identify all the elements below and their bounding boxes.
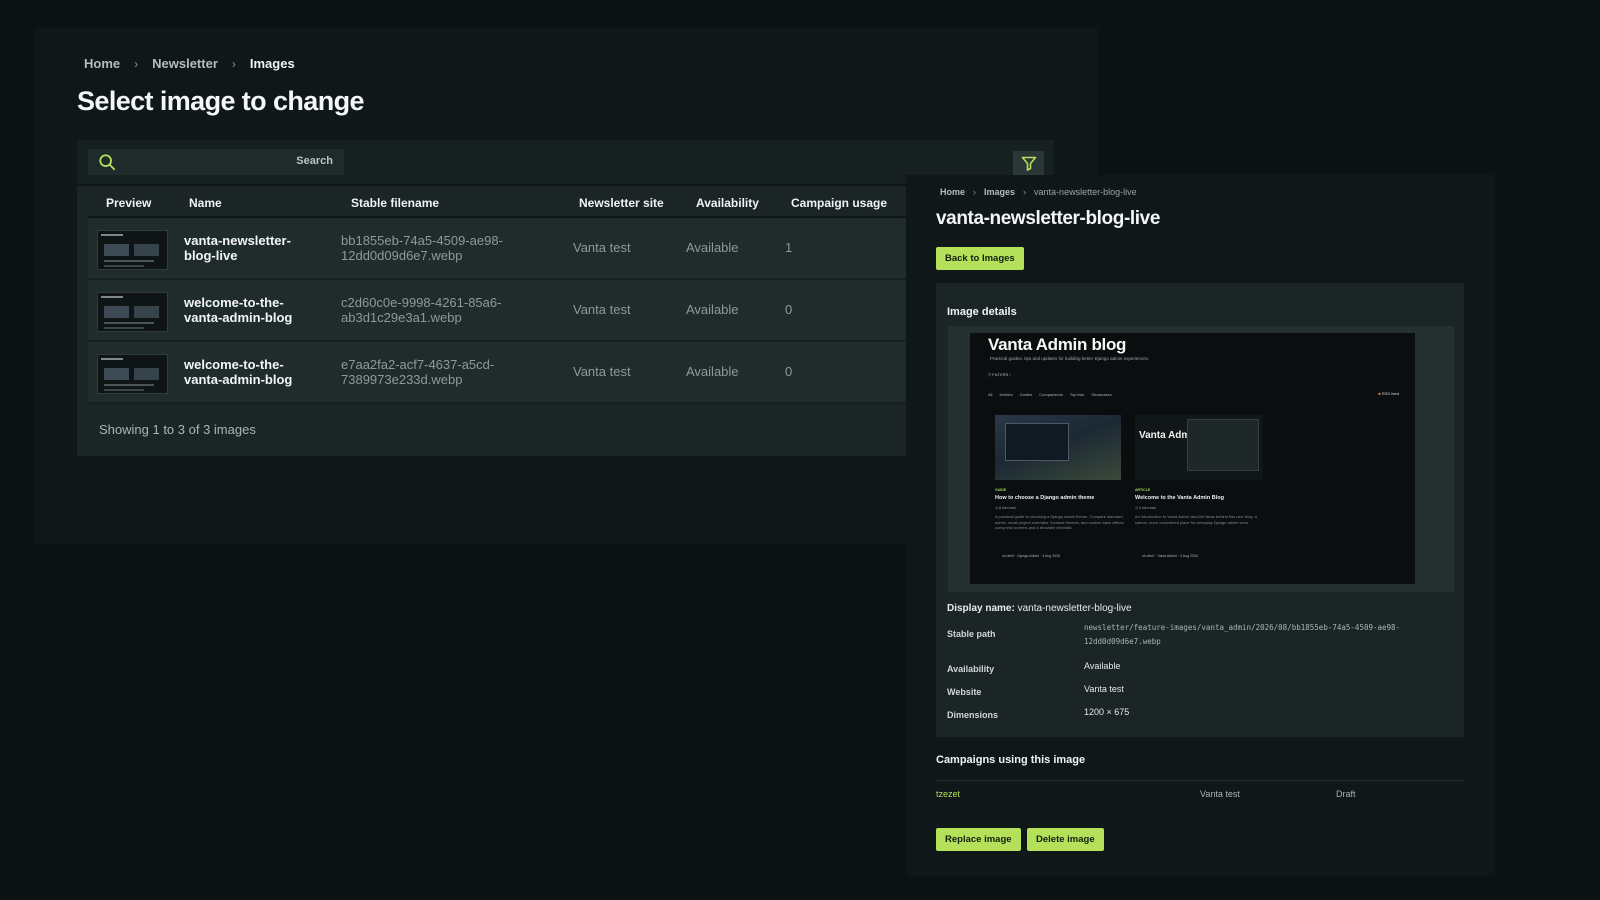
row-name-link[interactable]: vanta-newsletter-blog-live [184, 233, 314, 263]
preview-nav: All Articles Guides Comparisons Top lists Sho… [988, 392, 1112, 397]
stable-path-label: Stable path [947, 629, 996, 639]
column-preview: Preview [106, 196, 152, 210]
preview-subtitle: Practical guides, tips and updates for b… [990, 356, 1150, 361]
campaign-status: Draft [1336, 789, 1356, 799]
dimensions-label: Dimensions [947, 710, 999, 720]
search-input[interactable]: Search [88, 149, 344, 175]
preview-tag: GUIDE [995, 488, 1007, 492]
divider [936, 780, 1464, 781]
column-availability[interactable]: Availability [696, 196, 759, 210]
breadcrumb-images: Images [249, 56, 295, 71]
preview-card-image [995, 415, 1121, 480]
breadcrumb: Home › Newsletter › Images [84, 56, 295, 71]
preview-footer: oli-dev0 · Django Admin · 4 Aug 2026 [1002, 554, 1060, 558]
result-count: Showing 1 to 3 of 3 images [99, 422, 256, 437]
availability-value: Available [1084, 661, 1121, 671]
website-value: Vanta test [1084, 684, 1124, 694]
row-site: Vanta test [573, 302, 631, 317]
row-filename: c2d60c0e-9998-4261-85a6-ab3d1c29e3a1.web… [341, 295, 502, 325]
dimensions-value: 1200 × 675 [1084, 707, 1130, 717]
row-filename: e7aa2fa2-acf7-4637-a5cd-7389973e233d.web… [341, 357, 495, 387]
preview-filters: ▽ FILTERS › [988, 372, 1011, 377]
availability-label: Availability [947, 664, 995, 674]
chevron-right-icon: › [134, 56, 139, 71]
preview-footer: oli-dev0 · Vanta Admin · 4 Aug 2026 [1142, 554, 1198, 558]
image-detail-window: Home › Images › vanta-newsletter-blog-li… [906, 175, 1495, 876]
filter-button[interactable] [1013, 151, 1044, 176]
row-site: Vanta test [573, 364, 631, 379]
column-filename[interactable]: Stable filename [351, 196, 439, 210]
breadcrumb: Home › Images › vanta-newsletter-blog-li… [940, 187, 1137, 197]
breadcrumb-home[interactable]: Home [84, 56, 120, 71]
breadcrumb-current: vanta-newsletter-blog-live [1034, 187, 1137, 197]
row-site: Vanta test [573, 240, 631, 255]
image-preview: Vanta Admin blog Practical guides, tips … [970, 333, 1415, 584]
breadcrumb-home[interactable]: Home [940, 187, 965, 197]
preview-heading: How to choose a Django admin theme [995, 495, 1095, 501]
row-availability: Available [686, 302, 739, 317]
display-name-label: Display name: [947, 603, 1015, 614]
row-filename: bb1855eb-74a5-4509-ae98-12dd0d09d6e7.web… [341, 233, 503, 263]
column-usage[interactable]: Campaign usage [791, 196, 887, 210]
preview-title: Vanta Admin blog [988, 335, 1127, 354]
image-thumbnail[interactable] [97, 292, 168, 332]
chevron-right-icon: › [1023, 187, 1027, 197]
preview-meta: ◷ 8 min read [995, 506, 1016, 510]
preview-desc: An introduction to Vanta Admin and the i… [1135, 514, 1257, 525]
page-title: Select image to change [77, 86, 365, 116]
display-name: Display name: vanta-newsletter-blog-live [947, 603, 1132, 614]
campaign-site: Vanta test [1200, 789, 1240, 799]
filter-icon [1021, 156, 1036, 171]
row-name-link[interactable]: welcome-to-the-vanta-admin-blog [184, 295, 314, 325]
preview-meta: ◷ 3 min read [1135, 506, 1156, 510]
row-usage: 0 [785, 302, 793, 317]
preview-heading: Welcome to the Vanta Admin Blog [1135, 495, 1224, 501]
preview-tag: ARTICLE [1135, 488, 1151, 492]
image-thumbnail[interactable] [97, 230, 168, 270]
chevron-right-icon: › [973, 187, 977, 197]
breadcrumb-newsletter[interactable]: Newsletter [152, 56, 218, 71]
image-preview-frame: Vanta Admin blog Practical guides, tips … [948, 326, 1454, 592]
back-to-images-button[interactable]: Back to Images [936, 247, 1024, 270]
image-thumbnail[interactable] [97, 354, 168, 394]
website-label: Website [947, 687, 982, 697]
campaigns-heading: Campaigns using this image [936, 754, 1086, 766]
chevron-right-icon: › [231, 56, 236, 71]
preview-desc: A practical guide to choosing a Django a… [995, 514, 1124, 530]
row-availability: Available [686, 240, 739, 255]
image-details-heading: Image details [947, 306, 1017, 318]
delete-image-button[interactable]: Delete image [1027, 828, 1104, 851]
search-icon [99, 154, 116, 171]
row-usage: 1 [785, 240, 793, 255]
row-availability: Available [686, 364, 739, 379]
row-usage: 0 [785, 364, 793, 379]
preview-card-image: Vanta Admin [1135, 415, 1263, 480]
campaign-link[interactable]: tzezet [936, 789, 960, 799]
column-site[interactable]: Newsletter site [579, 196, 664, 210]
breadcrumb-images[interactable]: Images [984, 187, 1015, 197]
row-name-link[interactable]: welcome-to-the-vanta-admin-blog [184, 357, 314, 387]
column-name[interactable]: Name [189, 196, 222, 210]
search-button[interactable]: Search [296, 155, 333, 167]
preview-rss: ■ RSS feed [1378, 391, 1399, 396]
detail-title: vanta-newsletter-blog-live [936, 208, 1160, 229]
image-details-card: Image details Vanta Admin blog Practical… [936, 283, 1464, 737]
stable-path-value: newsletter/feature-images/vanta_admin/20… [1084, 623, 1401, 646]
replace-image-button[interactable]: Replace image [936, 828, 1021, 851]
display-name-value: vanta-newsletter-blog-live [1017, 603, 1132, 614]
